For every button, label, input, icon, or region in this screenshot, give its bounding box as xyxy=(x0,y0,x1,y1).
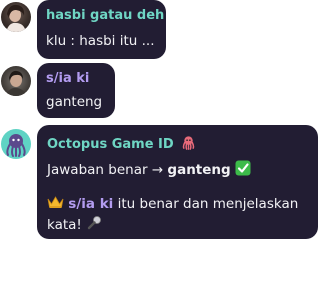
arrow: → xyxy=(151,162,164,178)
username-row: Octopus Game ID xyxy=(47,135,196,154)
avatar[interactable] xyxy=(1,129,31,159)
winner-text-end: kata! xyxy=(47,217,82,233)
message-bubble: Octopus Game ID Jawaban benar → ganteng xyxy=(37,125,318,239)
octopus-icon xyxy=(181,135,196,154)
octopus-avatar-icon xyxy=(6,134,26,157)
message-bubble: s/ia ki ganteng xyxy=(37,63,115,118)
answer-line: Jawaban benar → ganteng xyxy=(47,160,251,180)
winner-line-1: s/ia ki itu benar dan menjelaskan xyxy=(47,195,298,213)
microphone-icon xyxy=(86,215,102,235)
winner-text: itu benar dan menjelaskan xyxy=(117,196,299,212)
message-bubble: hasbi gatau deh klu : hasbi itu ... xyxy=(37,0,166,59)
winner-line-2: kata! xyxy=(47,215,102,235)
winner-name[interactable]: s/ia ki xyxy=(68,196,113,212)
answer-word: ganteng xyxy=(167,162,231,178)
avatar[interactable] xyxy=(1,2,31,32)
avatar-photo xyxy=(5,70,27,96)
username[interactable]: s/ia ki xyxy=(46,71,89,86)
check-mark-icon xyxy=(235,160,251,180)
answer-prefix: Jawaban benar xyxy=(47,162,148,178)
message-text: ganteng xyxy=(46,94,103,110)
avatar-photo xyxy=(6,4,26,32)
username[interactable]: Octopus Game ID xyxy=(47,137,174,152)
message-text: klu : hasbi itu ... xyxy=(46,33,155,49)
avatar[interactable] xyxy=(1,66,31,96)
crown-icon xyxy=(47,195,64,213)
username[interactable]: hasbi gatau deh xyxy=(46,8,164,23)
